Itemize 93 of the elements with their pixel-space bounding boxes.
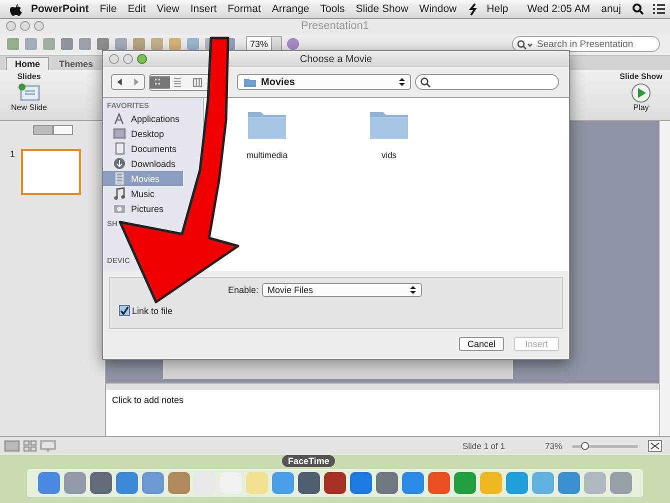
zoom-button[interactable] — [137, 54, 147, 64]
sidebar-item[interactable]: Pictures — [103, 201, 183, 216]
apple-icon[interactable] — [10, 2, 22, 16]
folder-name[interactable]: vids — [381, 150, 397, 160]
minimize-button[interactable] — [123, 54, 133, 64]
app-icon[interactable] — [167, 471, 191, 495]
scroll-bar[interactable] — [659, 121, 670, 436]
app-icon[interactable] — [271, 471, 295, 495]
app-menu[interactable]: PowerPoint — [31, 3, 89, 15]
sidebar-icon — [113, 157, 126, 170]
sidebar-item[interactable]: Applications — [103, 111, 183, 126]
menu-item[interactable]: Format — [228, 3, 261, 15]
folder-icon — [243, 76, 257, 88]
file-type-menu[interactable]: Movie Files — [262, 283, 422, 297]
sorter-view-icon[interactable] — [22, 440, 38, 452]
ribbon-tab[interactable]: Themes — [51, 58, 102, 70]
slide-icon — [18, 83, 40, 103]
outline-view-button[interactable] — [52, 125, 72, 135]
notes-placeholder: Click to add notes — [112, 395, 184, 405]
folder-name[interactable]: multimedia — [246, 150, 288, 160]
normal-view-icon[interactable] — [4, 440, 20, 452]
app-icon[interactable] — [323, 471, 347, 495]
app-icon[interactable] — [375, 471, 399, 495]
app-icon[interactable] — [557, 471, 581, 495]
app-icon[interactable] — [141, 471, 165, 495]
search-field[interactable] — [415, 74, 559, 90]
search-field[interactable]: Search in Presentation — [512, 36, 660, 52]
play-button[interactable]: Play — [628, 81, 654, 114]
app-icon[interactable] — [63, 471, 87, 495]
sidebar-item[interactable]: Downloads — [103, 156, 183, 171]
app-icon[interactable] — [89, 471, 113, 495]
fit-icon[interactable] — [648, 440, 662, 452]
app-icon[interactable] — [115, 471, 139, 495]
slide-thumbnail[interactable] — [21, 149, 82, 195]
stepper-icon — [399, 77, 405, 87]
ribbon-tab[interactable]: Home — [6, 57, 50, 70]
close-button[interactable] — [109, 54, 119, 64]
check-icon — [120, 306, 129, 315]
sidebar-icon — [113, 202, 126, 215]
app-icon[interactable] — [349, 471, 373, 495]
menu-item[interactable]: Tools — [320, 3, 345, 15]
menu-item[interactable]: Window — [419, 3, 457, 15]
app-icon[interactable] — [427, 471, 451, 495]
window-title: Presentation1 — [300, 20, 370, 32]
app-icon[interactable] — [401, 471, 425, 495]
sidebar-item[interactable]: Documents — [103, 141, 183, 156]
sidebar-icon — [113, 187, 126, 200]
menu-item[interactable]: Edit — [128, 3, 146, 15]
checkbox-label: Link to file — [132, 306, 173, 316]
app-icon[interactable] — [37, 471, 61, 495]
sidebar-item[interactable]: Music — [103, 186, 183, 201]
slide[interactable] — [162, 359, 512, 379]
group-title: Slides — [17, 72, 41, 81]
dialog-title: Choose a Movie — [298, 54, 374, 64]
sidebar-item[interactable]: Desktop — [103, 126, 183, 141]
zoom-slider[interactable] — [572, 444, 638, 448]
clock[interactable]: Wed 2:05 AM — [527, 3, 590, 15]
enable-label: Enable: — [228, 285, 259, 295]
help-icon[interactable] — [286, 37, 300, 51]
app-icon[interactable] — [453, 471, 477, 495]
slider-thumb[interactable] — [581, 442, 590, 450]
sidebar-icon — [113, 142, 126, 155]
slide-count: Slide 1 of 1 — [462, 441, 506, 451]
menu-item[interactable]: Slide Show — [356, 3, 408, 15]
icons-view-button[interactable] — [150, 74, 170, 90]
group-title: Slide Show — [620, 72, 662, 81]
new-slide-button[interactable]: New Slide — [8, 81, 49, 114]
zoom-level: 73% — [544, 441, 562, 451]
search-icon — [517, 40, 533, 50]
menu-item[interactable]: Insert — [190, 3, 217, 15]
sidebar-icon — [113, 172, 126, 185]
sidebar-icon — [113, 112, 126, 125]
menu-item[interactable]: Arrange — [272, 3, 310, 15]
search-icon[interactable] — [632, 3, 644, 15]
play-icon — [630, 83, 652, 103]
slide-number: 1 — [10, 149, 16, 159]
user-menu[interactable]: anuj — [601, 3, 621, 15]
slides-view-button[interactable] — [32, 125, 52, 135]
menu-item[interactable]: Help — [486, 3, 508, 15]
search-icon — [420, 76, 431, 88]
notes-pane[interactable]: Click to add notes — [106, 390, 659, 436]
menu-item[interactable]: File — [100, 3, 117, 15]
sidebar-icon — [113, 127, 126, 140]
presenter-view-icon[interactable] — [40, 440, 56, 452]
cancel-button[interactable]: Cancel — [459, 337, 504, 351]
menu-item[interactable]: View — [156, 3, 180, 15]
dock-tooltip: FaceTime — [282, 455, 336, 467]
location-menu[interactable]: Movies — [237, 74, 411, 90]
stepper-icon — [410, 285, 416, 295]
app-icon[interactable] — [297, 471, 321, 495]
list-icon[interactable] — [652, 4, 665, 14]
checkbox[interactable] — [119, 305, 130, 316]
app-icon[interactable] — [505, 471, 529, 495]
